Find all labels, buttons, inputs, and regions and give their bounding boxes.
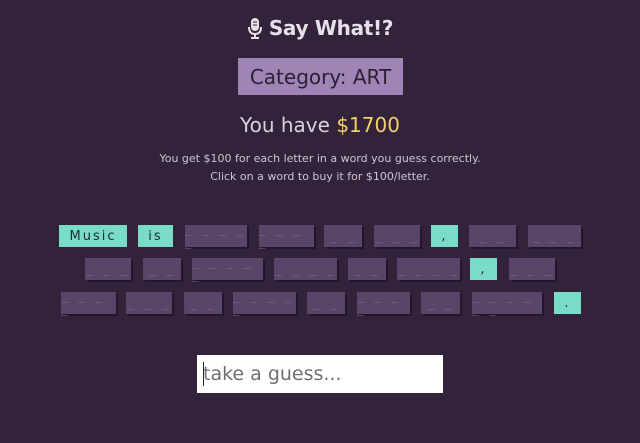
category-badge: Category: ART — [238, 58, 403, 95]
word-tile-10[interactable]: _ _ _ — [85, 258, 131, 280]
word-tile-15[interactable]: _ _ _ _ — [397, 258, 460, 280]
word-tile-22[interactable]: _ _ — [307, 292, 345, 314]
app-title: Say What!? — [0, 16, 640, 40]
word-tile-26[interactable]: . — [554, 292, 581, 314]
money-prefix: You have — [240, 113, 330, 137]
money-amount: $1700 — [336, 113, 400, 137]
word-tile-24[interactable]: _ _ — [421, 292, 460, 314]
word-tile-11[interactable]: _ _ — [143, 258, 181, 280]
category-label: Category: ART — [249, 64, 392, 89]
word-tile-20[interactable]: _ _ — [184, 292, 222, 314]
word-tile-8[interactable]: _ _ — [469, 225, 516, 247]
word-tile-3[interactable]: _ _ _ _ _ — [185, 223, 247, 249]
word-tile-12[interactable]: _ _ _ _ _ — [192, 256, 263, 282]
guess-input[interactable] — [197, 355, 443, 393]
text-cursor — [203, 362, 204, 386]
instructions-line-2: Click on a word to buy it for $100/lette… — [210, 170, 430, 183]
word-tile-18[interactable]: _ _ _ _ — [61, 290, 116, 316]
money-display: You have $1700 — [0, 113, 640, 137]
word-tile-2[interactable]: is — [138, 225, 173, 247]
word-tile-21[interactable]: _ _ _ _ _ — [233, 290, 296, 316]
microphone-icon — [247, 17, 263, 39]
word-tile-1[interactable]: Music — [59, 225, 127, 247]
app-title-text: Say What!? — [268, 16, 394, 40]
word-tile-9[interactable]: _ _ _ — [528, 225, 581, 247]
word-tile-19[interactable]: _ _ _ — [126, 292, 172, 314]
word-tile-6[interactable]: _ _ _ — [374, 225, 420, 247]
word-tile-5[interactable]: _ _ — [324, 225, 362, 247]
word-tile-16[interactable]: , — [470, 258, 497, 280]
instructions: You get $100 for each letter in a word y… — [0, 150, 640, 186]
word-tile-17[interactable]: _ _ _ — [509, 258, 555, 280]
word-tile-7[interactable]: , — [431, 225, 458, 247]
instructions-line-1: You get $100 for each letter in a word y… — [159, 152, 481, 165]
word-tile-4[interactable]: _ _ _ _ — [259, 223, 314, 249]
word-tile-23[interactable]: _ _ _ _ — [357, 290, 410, 316]
word-tile-25[interactable]: _ _ _ _ _ _ — [472, 290, 542, 316]
word-tile-13[interactable]: _ _ _ _ — [274, 258, 337, 280]
word-tile-14[interactable]: _ _ — [348, 258, 386, 280]
